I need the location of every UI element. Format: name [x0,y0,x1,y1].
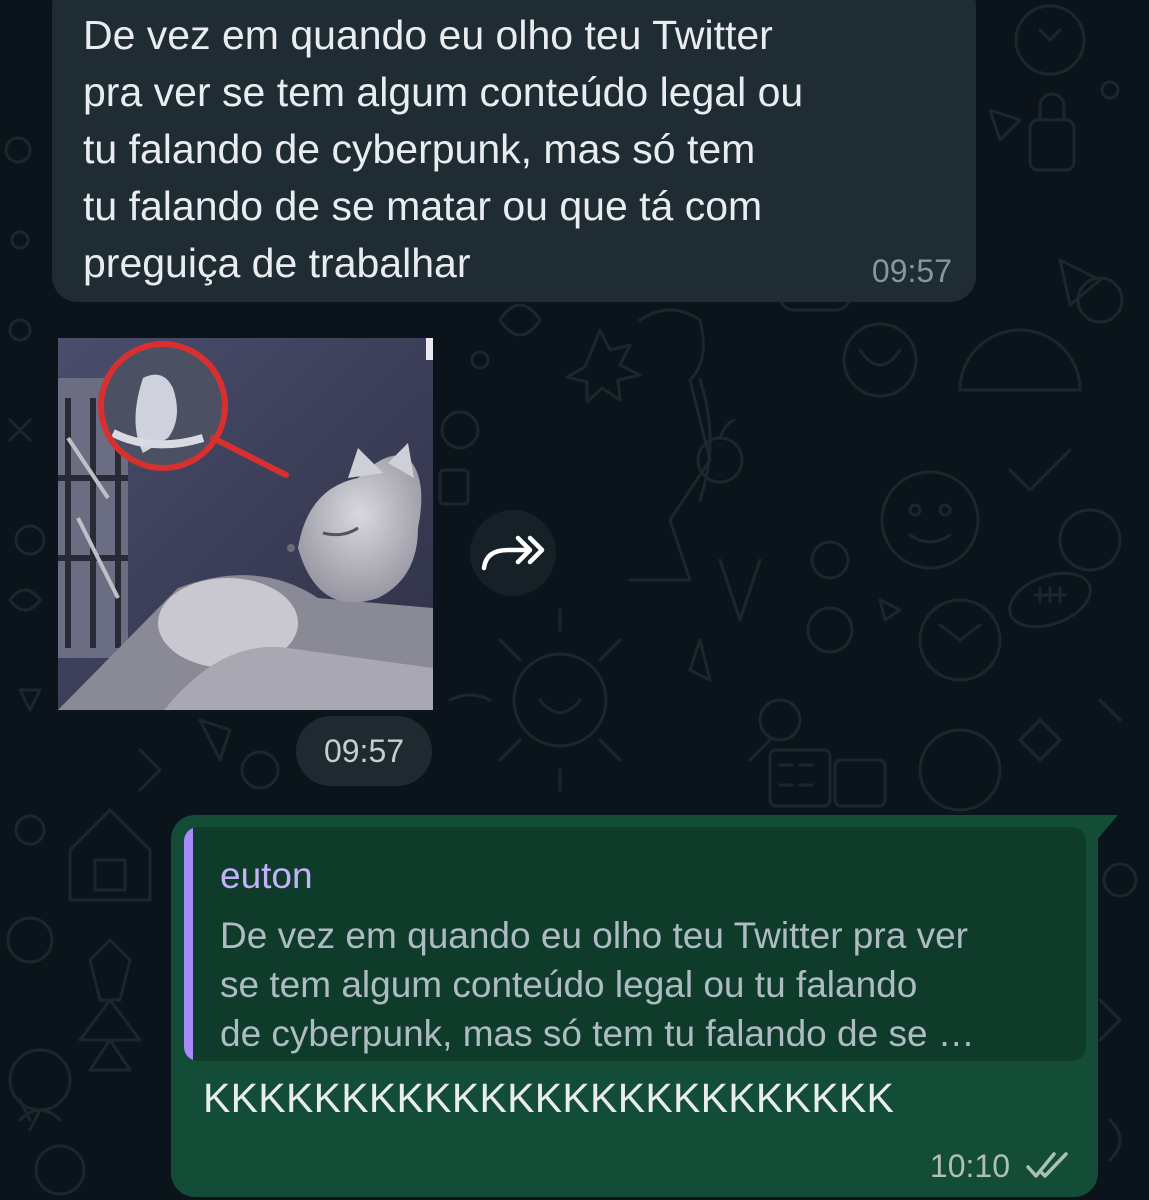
quoted-message[interactable]: euton De vez em quando eu olho teu Twitt… [184,827,1086,1061]
incoming-message-bubble[interactable]: De vez em quando eu olho teu Twitter pra… [52,0,976,302]
forward-icon [481,535,545,571]
outgoing-message-bubble[interactable]: euton De vez em quando eu olho teu Twitt… [171,815,1118,1197]
bubble-tail [1096,815,1118,841]
media-time: 09:57 [296,716,432,786]
double-check-icon [1026,1152,1068,1178]
outgoing-message-time: 10:10 [929,1148,1010,1184]
outgoing-message-text: KKKKKKKKKKKKKKKKKKKKKKKKK [203,1075,895,1121]
quoted-text: De vez em quando eu olho teu Twitter pra… [220,915,975,1054]
quoted-author: euton [220,855,313,896]
quote-accent-bar [184,827,193,1061]
cat-meme-image [58,338,433,710]
forward-button[interactable] [470,510,556,596]
incoming-media-image[interactable] [58,338,433,710]
incoming-message-text: De vez em quando eu olho teu Twitter pra… [83,12,804,286]
incoming-message-time: 09:57 [871,253,952,289]
